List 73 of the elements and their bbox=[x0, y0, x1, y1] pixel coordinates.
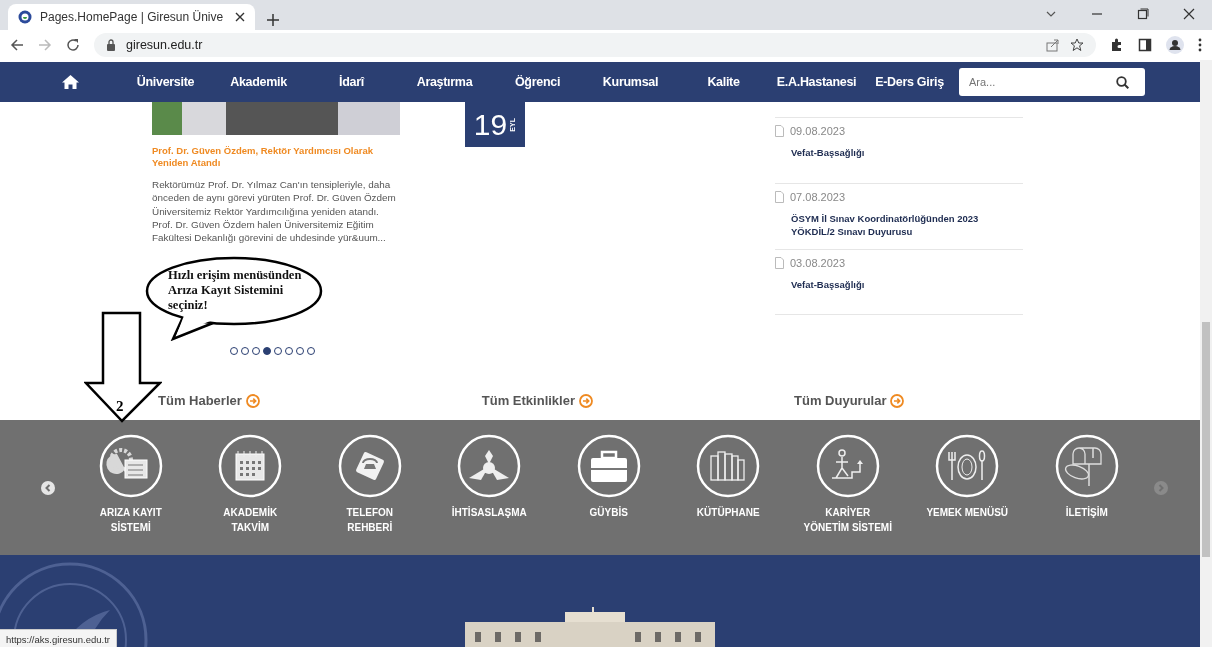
arrow-circle-icon bbox=[245, 393, 260, 408]
quick-access-link[interactable]: İHTİSASLAŞMA bbox=[429, 420, 549, 520]
announcement-link[interactable]: Vefat-Başsağlığı bbox=[791, 278, 1023, 291]
nav-link[interactable]: E.A.Hastanesi bbox=[770, 75, 863, 89]
mailbox-icon bbox=[1054, 434, 1119, 498]
star-icon[interactable] bbox=[1070, 38, 1084, 52]
arrow-circle-icon bbox=[579, 393, 593, 408]
arrow-circle-icon bbox=[890, 393, 905, 408]
see-all-link[interactable]: Tüm Haberler bbox=[158, 393, 260, 408]
nav-link[interactable]: E-Ders Giriş bbox=[863, 75, 956, 89]
nav-link[interactable]: Kurumsal bbox=[584, 75, 677, 89]
reload-icon[interactable] bbox=[66, 38, 80, 52]
quick-access-link[interactable]: İLETİŞİM bbox=[1027, 420, 1147, 520]
quick-access-link[interactable]: TELEFON REHBERİ bbox=[310, 420, 430, 535]
nav-link[interactable]: Kalite bbox=[677, 75, 770, 89]
more-icon[interactable] bbox=[1198, 38, 1202, 52]
search-button[interactable] bbox=[1099, 68, 1145, 96]
share-icon[interactable] bbox=[1046, 38, 1060, 52]
date-day: 19 bbox=[473, 109, 508, 140]
status-url: https://aks.giresun.edu.tr bbox=[0, 629, 118, 647]
slider-dot[interactable] bbox=[263, 347, 271, 356]
telephone-card-icon bbox=[337, 434, 402, 498]
side-panel-icon[interactable] bbox=[1138, 38, 1152, 52]
quick-access-link[interactable]: KARİYER YÖNETİM SİSTEMİ bbox=[788, 420, 908, 535]
news-excerpt: Rektörümüz Prof. Dr. Yılmaz Can'ın tensipleriyle, daha önceden de aynı görevi yürüten Prof. Dr. Güven Özdem Üniversitemiz Rektör Yardımcılığına yeniden atandı. Prof. Dr. Güven Özdem halen Üniversitemiz Eğitim Fakültesi Dekanlığı görevini de uhdesinde yür&uum... bbox=[152, 178, 397, 245]
quick-access-link[interactable]: GÜYBİS bbox=[549, 420, 669, 520]
nav-link[interactable]: Araştırma bbox=[398, 75, 491, 89]
step-number: 2 bbox=[116, 398, 124, 415]
quick-access-link[interactable]: YEMEK MENÜSÜ bbox=[907, 420, 1027, 520]
tab-title: Pages.HomePage | Giresun Ünive bbox=[40, 10, 225, 24]
plate-cutlery-icon bbox=[935, 434, 1000, 498]
quick-access-link[interactable]: KÜTÜPHANE bbox=[668, 420, 788, 520]
document-icon bbox=[775, 257, 784, 269]
profile-icon[interactable] bbox=[1166, 36, 1184, 54]
search-icon bbox=[1115, 75, 1129, 89]
see-all-link[interactable]: Tüm Duyurular bbox=[794, 393, 905, 408]
announcement-link[interactable]: ÖSYM İl Sınav Koordinatörlüğünden 2023 YÖKDİL/2 Sınavı Duyurusu bbox=[791, 212, 1023, 238]
close-icon[interactable] bbox=[235, 12, 245, 22]
search-field[interactable]: Ara... bbox=[959, 68, 1099, 96]
globe-icon bbox=[18, 10, 32, 24]
nav-link[interactable]: Öğrenci bbox=[491, 75, 584, 89]
url-text: giresun.edu.tr bbox=[126, 38, 203, 52]
document-icon bbox=[775, 191, 784, 203]
gear-checklist-icon bbox=[98, 434, 163, 498]
calendar-icon bbox=[218, 434, 283, 498]
nav-link[interactable]: İdarî bbox=[305, 75, 398, 89]
back-arrow-icon[interactable] bbox=[10, 38, 24, 52]
maximize-icon[interactable] bbox=[1137, 8, 1149, 20]
quick-access-link[interactable]: ARIZA KAYIT SİSTEMİ bbox=[71, 420, 191, 535]
browser-tab[interactable]: Pages.HomePage | Giresun Ünive bbox=[8, 4, 255, 30]
lock-icon bbox=[106, 39, 116, 51]
quick-access-link[interactable]: AKADEMİK TAKVİM bbox=[190, 420, 310, 535]
home-icon[interactable] bbox=[62, 75, 79, 89]
announcement-date: 03.08.2023 bbox=[790, 257, 846, 269]
puzzle-icon[interactable] bbox=[1110, 38, 1124, 52]
announcement-date: 09.08.2023 bbox=[790, 125, 846, 137]
nav-link[interactable]: Üniversite bbox=[119, 75, 212, 89]
plus-icon[interactable] bbox=[267, 14, 279, 26]
nav-link[interactable]: Akademik bbox=[212, 75, 305, 89]
scroll-thumb[interactable] bbox=[1202, 322, 1210, 557]
briefcase-icon bbox=[576, 434, 641, 498]
books-icon bbox=[696, 434, 761, 498]
announcement-link[interactable]: Vefat-Başsağlığı bbox=[791, 146, 1023, 159]
announcement-date: 07.08.2023 bbox=[790, 191, 846, 203]
forward-arrow-icon bbox=[38, 38, 52, 52]
scrollbar[interactable] bbox=[1200, 60, 1212, 647]
document-icon bbox=[775, 125, 784, 137]
three-hands-icon bbox=[457, 434, 522, 498]
see-all-link[interactable]: Tüm Etkinlikler bbox=[481, 393, 593, 408]
address-bar[interactable]: giresun.edu.tr bbox=[94, 33, 1096, 57]
close-icon[interactable] bbox=[1183, 8, 1195, 20]
person-steps-icon bbox=[815, 434, 880, 498]
callout-text: Hızlı erişim menüsünden Arıza Kayıt Sistemini seçiniz! bbox=[168, 268, 303, 313]
